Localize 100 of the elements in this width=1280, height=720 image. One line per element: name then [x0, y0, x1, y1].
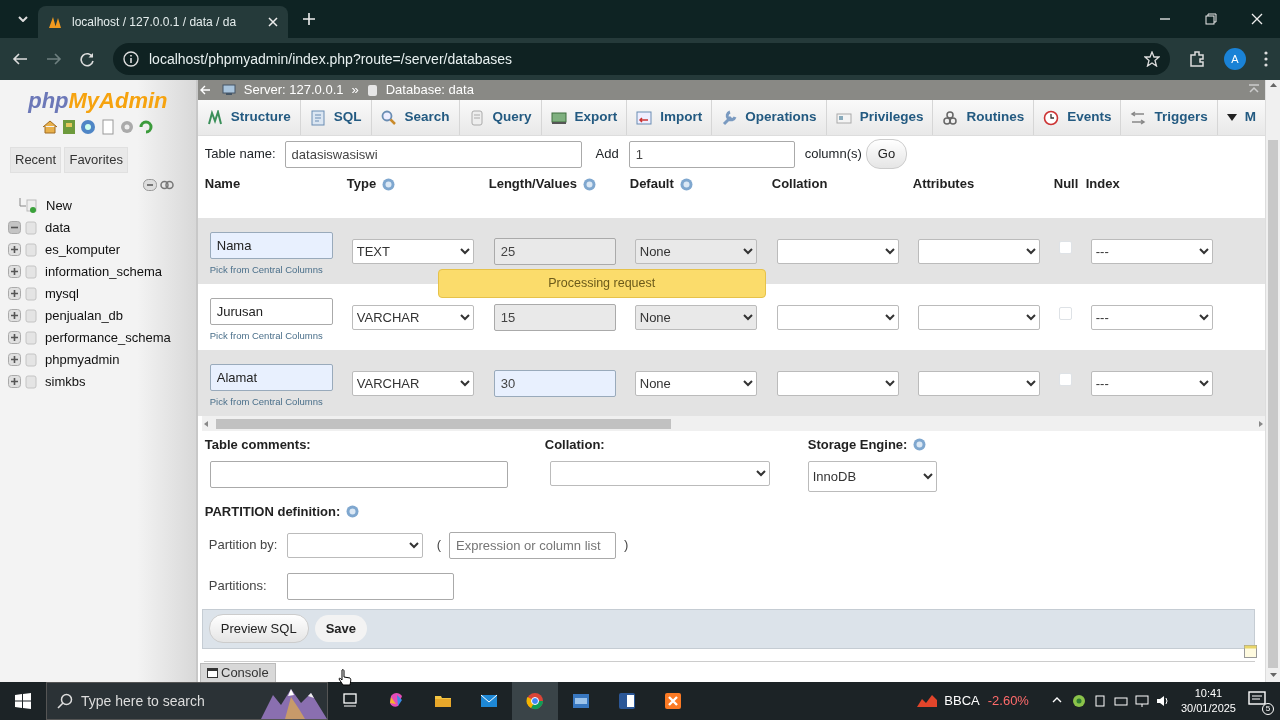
column-name-field[interactable]: Jurusan [209, 298, 333, 326]
sidebar-tab[interactable]: Favorites [64, 147, 128, 173]
expand-icon[interactable] [8, 375, 21, 388]
battery-icon[interactable] [1113, 694, 1128, 708]
table-comments-field[interactable] [209, 461, 508, 488]
close-icon[interactable] [268, 17, 278, 27]
pick-columns-link[interactable]: Pick from Central Columns [209, 395, 352, 410]
back-icon[interactable] [12, 52, 28, 66]
null-checkbox[interactable] [1058, 373, 1072, 387]
clock-date[interactable]: 30/01/2025 [1180, 701, 1236, 716]
tree-item[interactable]: phpmyadmin [45, 349, 120, 370]
restore-icon[interactable] [1205, 13, 1217, 25]
tree-item[interactable]: New [46, 195, 72, 216]
index-select[interactable]: --- [1090, 238, 1213, 264]
close-icon[interactable] [1251, 13, 1263, 25]
exit-icon[interactable] [61, 119, 77, 135]
expression-field[interactable]: Expression or column list [449, 531, 617, 559]
column-name-field[interactable]: Alamat [209, 364, 333, 392]
default-select[interactable]: None [634, 238, 757, 264]
document-app-icon[interactable] [618, 692, 636, 710]
help-icon[interactable] [679, 177, 693, 191]
breadcrumb-link[interactable]: Server: 127.0.0.1 [243, 80, 344, 100]
logo[interactable]: phpMyAdmin [0, 84, 196, 117]
network-icon[interactable] [1134, 694, 1149, 708]
tree-item[interactable]: mysql [45, 283, 79, 304]
tree-item[interactable]: information_schema [45, 261, 163, 282]
type-select[interactable]: VARCHAR [351, 304, 474, 330]
help-icon[interactable] [346, 505, 360, 519]
type-select[interactable]: VARCHAR [351, 370, 474, 396]
device-icon[interactable] [1092, 694, 1107, 708]
tree-item[interactable]: penjualan_db [45, 305, 124, 326]
menu-tab[interactable]: Operations [712, 100, 827, 135]
scrollbar-thumb[interactable] [215, 418, 671, 429]
length-field[interactable]: 25 [493, 237, 616, 265]
horizontal-scrollbar[interactable] [201, 416, 1265, 431]
menu-tab[interactable]: SQL [300, 100, 372, 135]
help-icon[interactable] [80, 119, 97, 135]
menu-tab[interactable]: Import [627, 100, 713, 135]
expand-icon[interactable] [8, 287, 21, 300]
browser-icon[interactable] [526, 692, 544, 710]
index-select[interactable]: --- [1090, 370, 1213, 396]
task-view-icon[interactable] [342, 692, 360, 710]
menu-tab[interactable]: Triggers [1121, 100, 1218, 135]
refresh-icon[interactable] [138, 119, 154, 135]
collapse-icon[interactable] [142, 178, 157, 191]
menu-tab[interactable]: Events [1034, 100, 1122, 135]
tree-item[interactable]: es_komputer [45, 239, 121, 260]
length-field[interactable]: 15 [493, 303, 616, 331]
column-name-field[interactable]: Nama [209, 232, 333, 260]
tree-item[interactable]: simkbs [45, 371, 86, 392]
expand-icon[interactable] [8, 353, 21, 366]
forward-icon[interactable] [46, 52, 62, 66]
console-tab[interactable]: Console [199, 663, 276, 682]
pick-columns-link[interactable]: Pick from Central Columns [209, 263, 352, 278]
vertical-scrollbar[interactable] [1265, 80, 1280, 682]
clock-time[interactable]: 10:41 [1194, 686, 1223, 701]
column-count-field[interactable]: 1 [628, 140, 795, 168]
null-checkbox[interactable] [1058, 241, 1072, 255]
volume-icon[interactable] [1155, 694, 1170, 708]
menu-tab[interactable]: Export [541, 100, 628, 135]
sidebar-tab[interactable]: Recent [10, 147, 62, 173]
menu-tab[interactable]: Structure [197, 100, 301, 135]
expand-icon[interactable] [8, 331, 21, 344]
breadcrumb-link[interactable]: Database: data [385, 80, 474, 100]
taskbar-search[interactable]: Type here to search [46, 682, 328, 720]
partitions-field[interactable] [286, 572, 454, 600]
menu-tab[interactable]: Privileges [826, 100, 934, 135]
expand-icon[interactable] [8, 265, 21, 278]
menu-tab[interactable]: Query [459, 100, 542, 135]
storage-engine-select[interactable]: InnoDB [807, 461, 937, 492]
menu-icon[interactable] [1264, 51, 1268, 67]
star-icon[interactable] [1144, 51, 1160, 67]
note-icon[interactable] [1244, 645, 1257, 658]
new-tab-icon[interactable] [302, 12, 316, 26]
reload-icon[interactable] [80, 51, 95, 67]
menu-tab[interactable]: M [1217, 100, 1265, 135]
info-icon[interactable] [123, 51, 139, 67]
tree-item[interactable]: data [45, 217, 71, 238]
default-select[interactable]: None [634, 370, 757, 396]
help-icon[interactable] [913, 438, 927, 452]
null-checkbox[interactable] [1058, 307, 1072, 321]
save-button[interactable]: Save [314, 614, 367, 643]
browser-tab[interactable]: localhost / 127.0.0.1 / data / da [38, 6, 288, 38]
profile-avatar[interactable]: A [1224, 48, 1246, 70]
home-icon[interactable] [41, 119, 58, 135]
go-button[interactable]: Go [865, 139, 908, 169]
help-icon[interactable] [582, 177, 596, 191]
collapse-icon[interactable] [8, 221, 21, 234]
expand-icon[interactable] [8, 309, 21, 322]
scrollbar-thumb[interactable] [1268, 140, 1278, 668]
link-icon[interactable] [159, 178, 174, 191]
help-icon[interactable] [382, 177, 396, 191]
window-app-icon[interactable] [572, 692, 590, 710]
settings-icon[interactable] [118, 119, 135, 135]
cross-app-icon[interactable] [664, 692, 682, 710]
pick-columns-link[interactable]: Pick from Central Columns [209, 329, 352, 344]
tree-item[interactable]: performance_schema [45, 327, 171, 348]
type-select[interactable]: TEXT [351, 238, 474, 264]
index-select[interactable]: --- [1090, 304, 1213, 330]
windows-icon[interactable] [15, 693, 31, 709]
